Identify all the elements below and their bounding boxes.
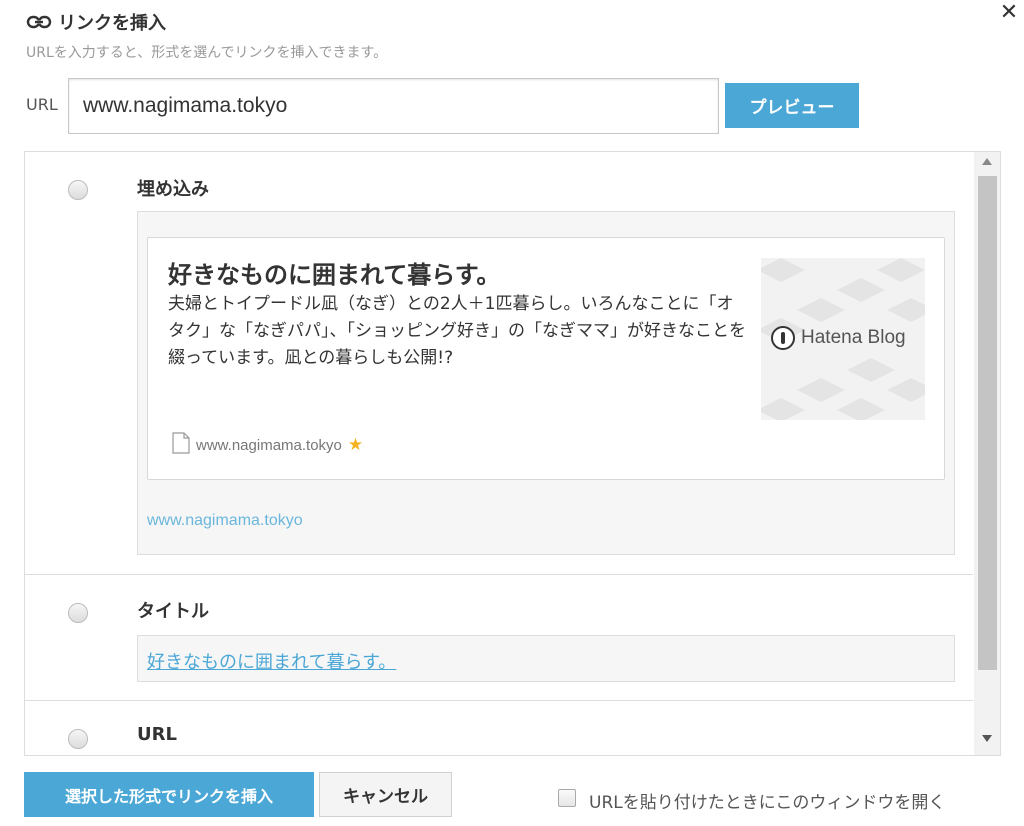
blog-card-site: www.nagimama.tokyo ★ [172,432,363,458]
auto-open-checkbox[interactable] [558,789,576,807]
auto-open-label: URLを貼り付けたときにこのウィンドウを開く [589,793,946,813]
embed-url-link[interactable]: www.nagimama.tokyo [147,512,303,530]
option-divider [25,700,973,701]
close-icon[interactable]: ✕ [996,0,1022,26]
blog-card-site-url[interactable]: www.nagimama.tokyo [196,437,342,454]
link-icon [26,15,52,29]
insert-link-button[interactable]: 選択した形式でリンクを挿入 [24,772,314,817]
dialog-title: リンクを挿入 [26,9,166,35]
dialog-title-text: リンクを挿入 [58,13,166,34]
option-label-title: タイトル [137,601,209,622]
radio-url[interactable] [68,729,88,749]
radio-title[interactable] [68,603,88,623]
option-label-url: URL [137,724,177,745]
dialog-description: URLを入力すると、形式を選んでリンクを挿入できます。 [26,45,388,61]
option-divider [25,574,973,575]
preview-button[interactable]: プレビュー [725,83,859,128]
hatena-blog-logo-icon [771,326,795,350]
hatena-blog-logo-text: Hatena Blog [801,327,906,348]
document-icon [172,432,190,458]
title-link[interactable]: 好きなものに囲まれて暮らす。 [147,648,396,674]
blog-card-title: 好きなものに囲まれて暮らす。 [168,261,501,289]
blog-card-thumbnail: Hatena Blog [761,258,925,420]
options-scrollbar[interactable] [974,152,1000,755]
option-label-embed: 埋め込み [137,179,209,200]
url-input[interactable] [68,78,719,134]
hatena-blog-logo: Hatena Blog [771,326,906,350]
scroll-up-arrow-icon[interactable] [982,158,992,165]
blog-card-description: 夫婦とトイプードル凪（なぎ）との2人＋1匹暮らし。いろんなことに「オタク」な「な… [168,294,746,368]
scroll-down-arrow-icon[interactable] [982,735,992,742]
star-icon[interactable]: ★ [348,435,363,455]
url-label: URL [26,95,58,114]
radio-embed[interactable] [68,180,88,200]
cancel-button[interactable]: キャンセル [319,772,452,817]
scrollbar-thumb[interactable] [978,176,997,670]
